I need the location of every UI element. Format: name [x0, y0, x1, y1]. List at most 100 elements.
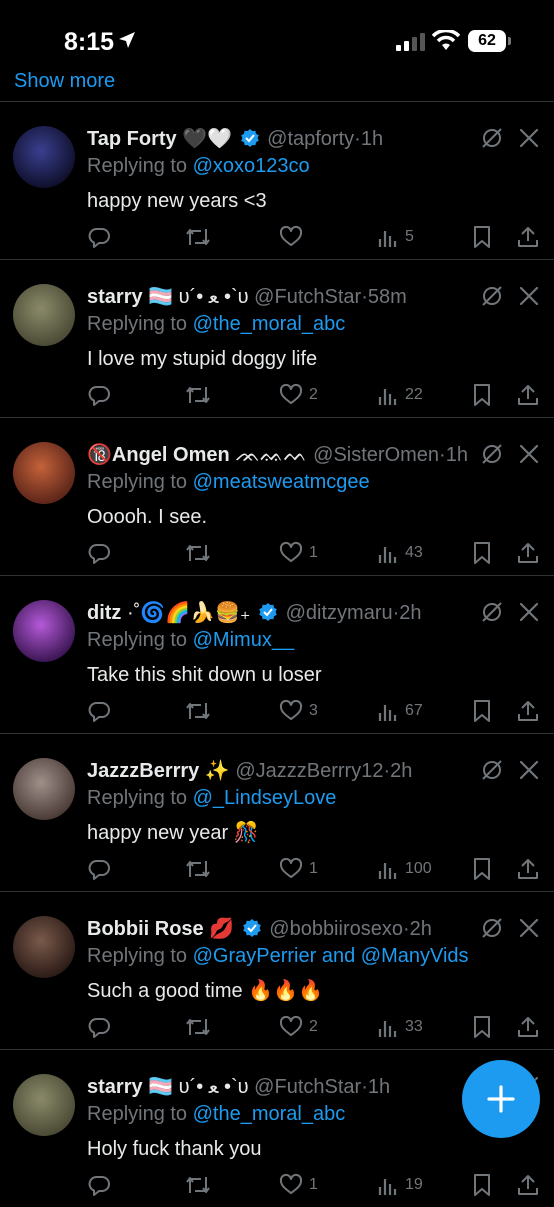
timestamp[interactable]: 1h: [446, 444, 468, 466]
timestamp[interactable]: 2h: [390, 760, 412, 782]
reply-button[interactable]: [87, 380, 111, 410]
mention-link[interactable]: @ManyVids: [361, 945, 469, 967]
views-button[interactable]: 33: [377, 1012, 423, 1042]
bookmark-button[interactable]: [471, 854, 493, 884]
share-icon: [518, 859, 538, 879]
share-button[interactable]: [516, 538, 540, 568]
mention-link[interactable]: @_LindseyLove: [193, 787, 337, 809]
avatar[interactable]: [13, 758, 75, 820]
display-name[interactable]: ditz: [87, 602, 121, 624]
share-button[interactable]: [516, 1170, 540, 1200]
bookmark-button[interactable]: [471, 380, 493, 410]
bookmark-button[interactable]: [471, 696, 493, 726]
reply-button[interactable]: [87, 696, 111, 726]
mention-link[interactable]: @the_moral_abc: [193, 313, 346, 335]
display-name[interactable]: Bobbii Rose: [87, 918, 204, 940]
mute-conversation-icon[interactable]: [480, 442, 504, 466]
bookmark-button[interactable]: [471, 538, 493, 568]
views-button[interactable]: 19: [377, 1170, 423, 1200]
reply-button[interactable]: [87, 1170, 111, 1200]
avatar[interactable]: [13, 442, 75, 504]
retweet-button[interactable]: [185, 1012, 211, 1042]
share-button[interactable]: [516, 222, 540, 252]
username[interactable]: @SisterOmen: [313, 444, 439, 466]
like-button[interactable]: [279, 222, 309, 252]
mention-link[interactable]: @the_moral_abc: [193, 1103, 346, 1125]
show-more-link[interactable]: Show more: [14, 66, 115, 88]
retweet-button[interactable]: [185, 696, 211, 726]
compose-button[interactable]: [462, 1060, 540, 1138]
avatar[interactable]: [13, 916, 75, 978]
bookmark-button[interactable]: [471, 1012, 493, 1042]
timestamp[interactable]: 2h: [410, 918, 432, 940]
display-name[interactable]: starry: [87, 1076, 143, 1098]
share-button[interactable]: [516, 1012, 540, 1042]
retweet-button[interactable]: [185, 222, 211, 252]
like-button[interactable]: 2: [279, 380, 318, 410]
username[interactable]: @JazzzBerrry12: [235, 760, 383, 782]
share-button[interactable]: [516, 854, 540, 884]
tweet[interactable]: starry 🏳️‍⚧️ υ´• ﻌ •`υ @FutchStar·58m Re…: [0, 260, 554, 418]
avatar[interactable]: [13, 1074, 75, 1136]
display-name[interactable]: Angel Omen: [112, 444, 230, 466]
mention-link[interactable]: @xoxo123co: [193, 155, 310, 177]
views-button[interactable]: 43: [377, 538, 423, 568]
like-button[interactable]: 1: [279, 854, 318, 884]
close-icon[interactable]: [517, 284, 541, 308]
mute-conversation-icon[interactable]: [480, 758, 504, 782]
retweet-button[interactable]: [185, 380, 211, 410]
reply-button[interactable]: [87, 538, 111, 568]
mute-conversation-icon[interactable]: [480, 916, 504, 940]
tweet[interactable]: Tap Forty 🖤🤍 @tapforty·1h Replying to @x…: [0, 102, 554, 260]
share-button[interactable]: [516, 380, 540, 410]
like-button[interactable]: 2: [279, 1012, 318, 1042]
mute-conversation-icon[interactable]: [480, 284, 504, 308]
reply-button[interactable]: [87, 1012, 111, 1042]
reply-button[interactable]: [87, 854, 111, 884]
retweet-button[interactable]: [185, 854, 211, 884]
timestamp[interactable]: 1h: [368, 1076, 390, 1098]
views-button[interactable]: 5: [377, 222, 414, 252]
username[interactable]: @FutchStar: [254, 286, 361, 308]
retweet-button[interactable]: [185, 1170, 211, 1200]
username[interactable]: @bobbiirosexo: [269, 918, 403, 940]
tweet[interactable]: ditz ·˚🌀🌈🍌🍔₊ @ditzymaru·2h Replying to @…: [0, 576, 554, 734]
mute-conversation-icon[interactable]: [480, 600, 504, 624]
reply-button[interactable]: [87, 222, 111, 252]
timestamp[interactable]: 1h: [361, 128, 383, 150]
username[interactable]: @ditzymaru: [286, 602, 393, 624]
display-name[interactable]: starry: [87, 286, 143, 308]
tweet[interactable]: Bobbii Rose 💋 @bobbiirosexo·2h Replying …: [0, 892, 554, 1050]
share-button[interactable]: [516, 696, 540, 726]
like-button[interactable]: 1: [279, 538, 318, 568]
avatar[interactable]: [13, 284, 75, 346]
views-button[interactable]: 22: [377, 380, 423, 410]
username[interactable]: @tapforty: [267, 128, 354, 150]
mention-link[interactable]: @GrayPerrier: [193, 945, 317, 967]
retweet-button[interactable]: [185, 538, 211, 568]
timestamp[interactable]: 58m: [368, 286, 407, 308]
close-icon[interactable]: [517, 916, 541, 940]
mention-link[interactable]: @meatsweatmcgee: [193, 471, 370, 493]
mute-conversation-icon[interactable]: [480, 126, 504, 150]
tweet[interactable]: JazzzBerrry ✨ @JazzzBerrry12·2h Replying…: [0, 734, 554, 892]
close-icon[interactable]: [517, 600, 541, 624]
avatar[interactable]: [13, 126, 75, 188]
close-icon[interactable]: [517, 758, 541, 782]
views-button[interactable]: 100: [377, 854, 432, 884]
close-icon[interactable]: [517, 126, 541, 150]
bookmark-button[interactable]: [471, 222, 493, 252]
display-name[interactable]: Tap Forty: [87, 128, 177, 150]
close-icon[interactable]: [517, 442, 541, 466]
like-button[interactable]: 1: [279, 1170, 318, 1200]
display-name[interactable]: JazzzBerrry: [87, 760, 199, 782]
bookmark-button[interactable]: [471, 1170, 493, 1200]
like-button[interactable]: 3: [279, 696, 318, 726]
mention-link[interactable]: @Mimux__: [193, 629, 294, 651]
views-button[interactable]: 67: [377, 696, 423, 726]
timestamp[interactable]: 2h: [399, 602, 421, 624]
tweet[interactable]: 🔞Angel Omen ᨏᨐᨓ @SisterOmen·1h Replying …: [0, 418, 554, 576]
username[interactable]: @FutchStar: [254, 1076, 361, 1098]
share-icon: [518, 1175, 538, 1195]
avatar[interactable]: [13, 600, 75, 662]
